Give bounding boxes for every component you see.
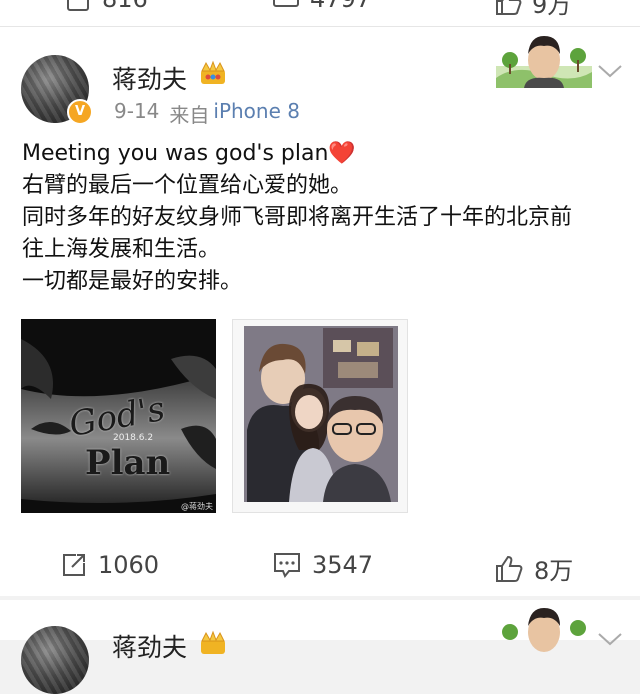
share-icon xyxy=(63,554,85,576)
like-count: 8万 xyxy=(534,557,574,585)
post-text: Meeting you was god's plan❤️ 右臂的最后一个位置给心… xyxy=(22,138,622,298)
chevron-down-icon[interactable] xyxy=(596,630,624,648)
like-button[interactable]: 8万 xyxy=(494,551,573,586)
post-text-line: 往上海发展和生活。 xyxy=(22,237,221,262)
comment-count: 4797 xyxy=(310,0,371,13)
next-post-username[interactable]: 蒋劲夫 xyxy=(112,628,187,664)
post-image-tattoo[interactable]: God's 2018.6.2 Plan @蒋劲夫 xyxy=(21,319,216,513)
tattoo-script-2: Plan xyxy=(85,443,171,483)
like-count: 9万 xyxy=(532,0,572,19)
source-prefix: 来自 xyxy=(169,103,210,127)
next-post-avatar[interactable] xyxy=(21,626,89,694)
post-text-line: 一切都是最好的安排。 xyxy=(22,269,243,294)
post-image-photo[interactable] xyxy=(232,319,408,513)
thumbs-up-icon xyxy=(496,555,523,582)
like-button[interactable]: 9万 xyxy=(494,0,571,20)
share-icon xyxy=(67,0,89,11)
crown-badge-icon xyxy=(201,60,225,84)
comment-icon xyxy=(274,553,300,578)
post-text-line: 同时多年的好友纹身师飞哥即将离开生活了十年的北京前 xyxy=(22,205,573,230)
chevron-down-icon[interactable] xyxy=(596,62,624,80)
username[interactable]: 蒋劲夫 xyxy=(112,60,187,96)
photo-illustration xyxy=(244,326,398,502)
thumbs-up-icon xyxy=(496,0,522,15)
card-decoration-portrait xyxy=(496,36,592,88)
verified-badge-icon: V xyxy=(67,99,93,125)
comment-icon xyxy=(273,0,299,7)
card-decoration-portrait xyxy=(502,608,586,652)
repost-button[interactable]: 1060 xyxy=(60,551,159,579)
previous-post-footer: 816 4797 9万 xyxy=(0,0,640,26)
repost-count: 1060 xyxy=(98,551,160,579)
post-date: 9-14 xyxy=(114,99,160,123)
comment-count: 3547 xyxy=(312,551,374,579)
image-watermark: @蒋劲夫 xyxy=(181,502,213,511)
comment-button[interactable]: 4797 xyxy=(272,0,371,13)
post-text-line: 右臂的最后一个位置给心爱的她。 xyxy=(22,173,353,198)
crown-badge-icon xyxy=(201,630,225,654)
repost-button[interactable]: 816 xyxy=(66,0,148,13)
post-meta: 9-14 来自 iPhone 8 xyxy=(114,99,300,128)
post-text-line: Meeting you was god's plan❤️ xyxy=(22,141,356,166)
comment-button[interactable]: 3547 xyxy=(272,551,373,579)
source-device[interactable]: iPhone 8 xyxy=(213,99,300,128)
repost-count: 816 xyxy=(102,0,148,13)
tattoo-date: 2018.6.2 xyxy=(113,433,154,443)
